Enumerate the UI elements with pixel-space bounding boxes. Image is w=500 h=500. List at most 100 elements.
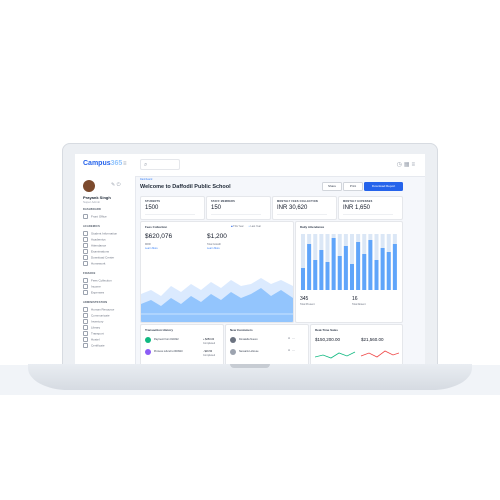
stat-value: 150	[211, 205, 222, 211]
fees-area-chart	[141, 278, 293, 322]
attendance-bar	[301, 268, 305, 290]
attendance-bar	[374, 260, 379, 290]
menu-item-icon	[83, 261, 88, 266]
sidebar-item-label: Download Center	[91, 255, 115, 260]
divider	[145, 214, 195, 215]
attendance-bar	[380, 248, 385, 290]
sidebar-item[interactable]: Academics	[83, 237, 106, 242]
customer-avatar[interactable]	[230, 349, 236, 355]
stat-card-expenses[interactable]: MONTHLY EXPENSES INR 1,650	[338, 196, 403, 220]
search-input[interactable]: ⌕	[140, 159, 180, 170]
transaction-amount: + $250.00	[203, 338, 215, 341]
menu-item-icon	[83, 249, 88, 254]
mrr-link[interactable]: Learn More	[145, 247, 158, 250]
sidebar-item[interactable]: Attendance	[83, 243, 106, 248]
sidebar: ✎ ⏻ Prayank Singh Super Admin DASHBOARD F…	[75, 176, 136, 364]
divider	[211, 214, 261, 215]
app-logo[interactable]: Campus365	[83, 160, 122, 167]
sidebar-item[interactable]: Front Office	[83, 214, 107, 219]
menu-item-icon	[83, 237, 88, 242]
daily-attendance-card: Daily Attendance 345 Total Present 16 To…	[295, 221, 403, 323]
attendance-bar	[331, 238, 336, 290]
menu-toggle-icon[interactable]: ≡	[123, 161, 127, 167]
sidebar-item[interactable]: Human Resource	[83, 307, 114, 312]
sidebar-item[interactable]: Communicate	[83, 313, 110, 318]
sidebar-section-title: ACADEMICS	[83, 225, 100, 228]
share-button[interactable]: Share	[322, 182, 342, 191]
stat-value: INR 30,620	[277, 205, 308, 211]
sidebar-item[interactable]: Certificate	[83, 343, 105, 348]
sidebar-item[interactable]: Examinations	[83, 249, 109, 254]
attendance-bar	[319, 250, 324, 290]
sidebar-section-title: FINANCE	[83, 272, 96, 275]
absent-label: Total Absent	[352, 303, 366, 306]
transaction-dot	[145, 337, 151, 343]
sidebar-item-label: Attendance	[91, 243, 107, 248]
sidebar-item[interactable]: Income	[83, 284, 101, 289]
customer-actions: ✉⋯	[288, 337, 297, 340]
more-icon[interactable]: ⋯	[292, 349, 297, 352]
attendance-bar-chart	[301, 234, 397, 290]
customer-actions: ✉⋯	[288, 349, 297, 352]
stat-card-fees[interactable]: MONTHLY FEES COLLECTION INR 30,620	[272, 196, 337, 220]
card-title: Transaction History	[145, 328, 174, 332]
more-icon[interactable]: ⋯	[292, 337, 297, 340]
edit-icon[interactable]: ✎	[111, 182, 115, 188]
print-button[interactable]: Print	[343, 182, 363, 191]
sidebar-item-label: Certificate	[91, 343, 105, 348]
stat-card-students[interactable]: STUDENTS 1500	[140, 196, 205, 220]
menu-item-icon	[83, 343, 88, 348]
stat-value: 1500	[145, 205, 159, 211]
settings-icon[interactable]: ≡	[411, 162, 417, 168]
stat-label: MONTHLY EXPENSES	[343, 200, 373, 203]
growth-link[interactable]: Learn More	[207, 247, 220, 250]
sidebar-item-label: Transport	[91, 331, 104, 336]
menu-item-icon	[83, 255, 88, 260]
transaction-name[interactable]: Process refund to #00910	[154, 350, 183, 353]
fees-collection-card: Fees Collection ■ This Year ■ Last Year …	[140, 221, 294, 323]
download-report-button[interactable]: Download Report	[364, 182, 403, 191]
top-bar: Campus365 ≡ ⌕ ◷▦≡	[75, 154, 425, 177]
search-icon: ⌕	[144, 162, 148, 168]
customer-avatar[interactable]	[230, 337, 236, 343]
sidebar-item[interactable]: Library	[83, 325, 100, 330]
attendance-bar	[313, 260, 318, 290]
attendance-bar	[356, 242, 361, 290]
customer-name[interactable]: Donatella Nuevo	[239, 338, 257, 341]
mrr-value: $620,076	[145, 233, 173, 240]
sidebar-item-label: Fees Collection	[91, 278, 112, 283]
stat-card-staff[interactable]: STAFF MEMBERS 150	[206, 196, 271, 220]
sales-line-1	[315, 351, 356, 359]
menu-item-icon	[83, 307, 88, 312]
transaction-name[interactable]: Payment from #10322	[154, 338, 179, 341]
present-label: Total Present	[300, 303, 315, 306]
sidebar-item[interactable]: Fees Collection	[83, 278, 112, 283]
sales-value-1: $150,200.00	[315, 337, 341, 342]
divider	[343, 214, 393, 215]
menu-item-icon	[83, 231, 88, 236]
chart-legend: ■ This Year ■ Last Year	[231, 225, 261, 228]
sidebar-item[interactable]: Transport	[83, 331, 104, 336]
avatar[interactable]	[83, 180, 95, 192]
sidebar-item[interactable]: Hostel	[83, 337, 100, 342]
absent-value: 16	[352, 296, 358, 302]
transaction-status: Completed	[203, 354, 216, 357]
bell-icon[interactable]: ◷	[397, 162, 404, 168]
sidebar-item[interactable]: Homework	[83, 261, 105, 266]
attendance-bar	[368, 240, 373, 290]
transaction-history-card: Transaction History Payment from #10322 …	[140, 324, 224, 364]
sidebar-item-label: Communicate	[91, 313, 110, 318]
attendance-bar	[350, 264, 354, 290]
profile-actions: ✎ ⏻	[111, 182, 121, 188]
sidebar-item[interactable]: Inventory	[83, 319, 103, 324]
transaction-status: Completed	[203, 342, 216, 345]
sidebar-item[interactable]: Download Center	[83, 255, 114, 260]
attendance-bar	[337, 256, 342, 290]
sidebar-item[interactable]: Student Information	[83, 231, 117, 236]
sidebar-item[interactable]: Expenses	[83, 290, 104, 295]
breadcrumb[interactable]: Dashboard	[140, 178, 152, 181]
present-value: 345	[300, 296, 309, 302]
sidebar-item-label: Human Resource	[91, 307, 115, 312]
customer-name[interactable]: Nessaris Lobrese	[239, 350, 258, 353]
power-icon[interactable]: ⏻	[117, 182, 121, 188]
